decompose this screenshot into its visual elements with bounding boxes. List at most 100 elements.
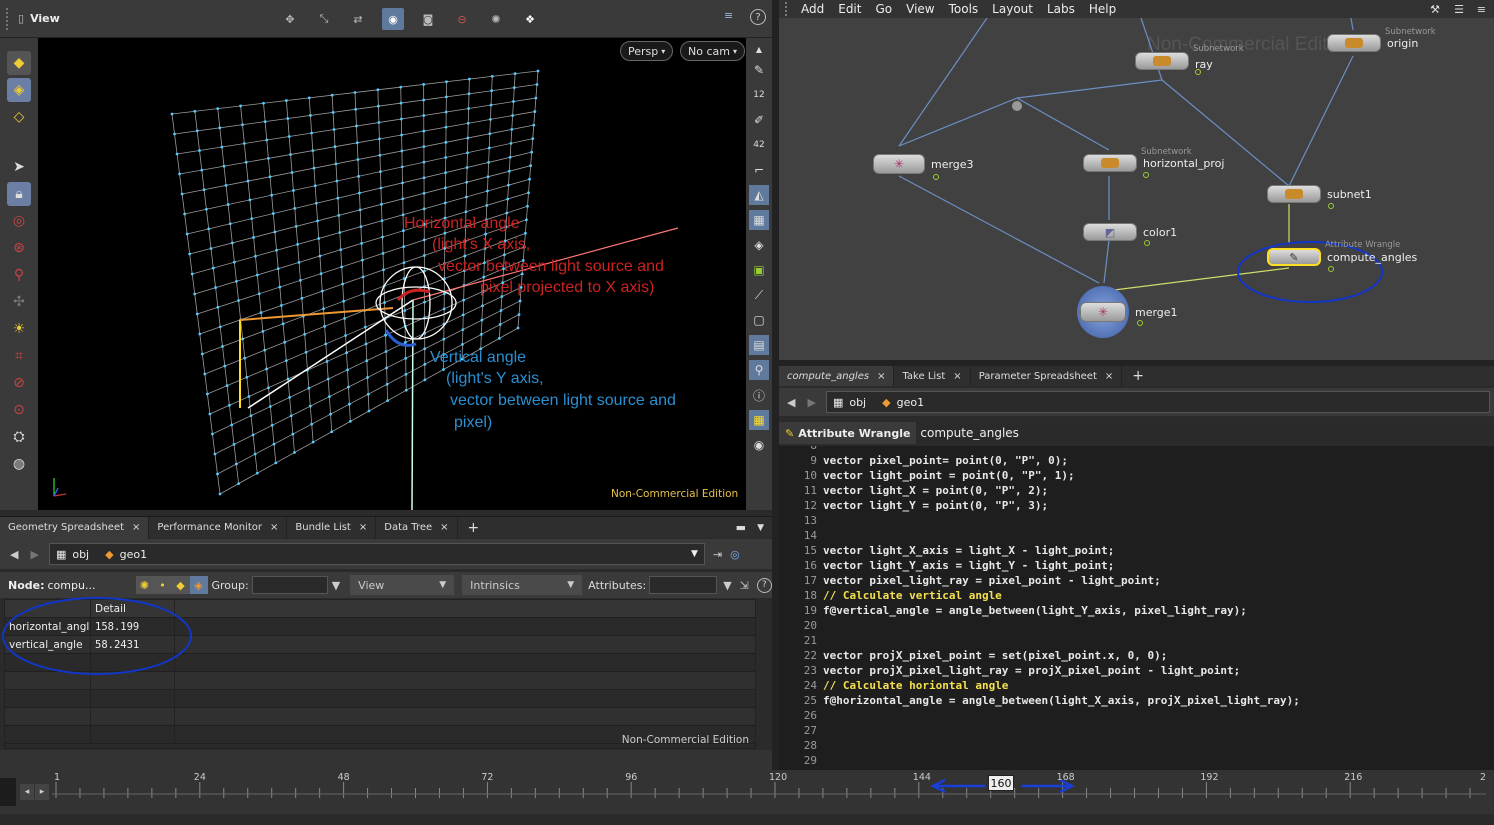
view-dropdown[interactable]: View ▼ [350, 575, 455, 595]
location-icon[interactable]: ⚲ [749, 360, 769, 380]
code-line[interactable]: 11 vector light_X = point(0, "P", 2); [779, 483, 1494, 498]
flipbook-icon[interactable]: ✺ [486, 13, 506, 26]
eye-icon[interactable]: ◉ [749, 435, 769, 455]
path-field[interactable]: ▦ obj ◆ geo1 [825, 391, 1490, 413]
path-geo[interactable]: geo1 [120, 548, 147, 561]
code-line[interactable]: 12 vector light_Y = point(0, "P", 3); [779, 498, 1494, 513]
node-color1[interactable]: ◩ color1 [1083, 223, 1177, 241]
primitive-select-icon[interactable]: ◆ [7, 51, 31, 75]
code-line[interactable]: 19 f@vertical_angle = angle_between(light… [779, 603, 1494, 618]
camera-dropdown[interactable]: No cam ▾ [680, 41, 745, 61]
code-line[interactable]: 9 vector pixel_point= point(0, "P", 0); [779, 453, 1494, 468]
node-subnet1[interactable]: subnet1 [1267, 185, 1372, 203]
back-icon[interactable]: ◀ [10, 548, 18, 561]
vertices-icon[interactable]: • [153, 576, 172, 594]
current-frame-indicator[interactable]: 160 [988, 775, 1014, 791]
view-cube-icon[interactable]: ▣ [749, 260, 769, 280]
back-icon[interactable]: ◀ [787, 396, 795, 409]
shading-icon[interactable]: ◭ [749, 185, 769, 205]
frame-icon[interactable]: ▢ [749, 310, 769, 330]
path-field[interactable]: ▦ obj ◆ geo1 ▼ [48, 543, 705, 565]
op-name-field[interactable]: compute_angles [916, 422, 1494, 444]
display-options-icon[interactable]: ◉ [382, 8, 404, 30]
pointer-icon[interactable]: ➤ [7, 155, 31, 179]
tools-icon[interactable]: ⚒ [1430, 3, 1440, 16]
export-icon[interactable]: ⇲ [740, 579, 749, 592]
point-select-icon[interactable]: ◈ [7, 78, 31, 102]
code-line[interactable]: 29 [779, 753, 1494, 768]
spreadsheet-scrollbar[interactable] [0, 750, 772, 770]
attributes-field[interactable] [649, 576, 718, 594]
code-line[interactable]: 21 [779, 633, 1494, 648]
menu-view[interactable]: View [906, 2, 934, 16]
link-icon[interactable]: ◎ [730, 548, 740, 561]
stop-icon[interactable]: ⊝ [452, 13, 472, 26]
pane-menu-icon[interactable]: ≡ [1477, 3, 1486, 16]
menu-edit[interactable]: Edit [838, 2, 861, 16]
path-geo[interactable]: geo1 [897, 396, 924, 409]
code-line[interactable]: 26 [779, 708, 1494, 723]
code-line[interactable]: 8 [779, 446, 1494, 453]
pin-icon[interactable]: ⇥ [713, 548, 722, 561]
menu-tools[interactable]: Tools [949, 2, 979, 16]
code-line[interactable]: 13 [779, 513, 1494, 528]
node-value[interactable]: compu... [48, 579, 132, 592]
menu-layout[interactable]: Layout [992, 2, 1033, 16]
detail-icon[interactable]: ◈ [189, 576, 208, 594]
chevron-down-icon[interactable]: ▼ [691, 549, 698, 559]
sphere-icon[interactable]: ◍ [7, 452, 31, 476]
handle-icon[interactable]: ✣ [7, 290, 31, 314]
help-icon[interactable]: ? [750, 9, 766, 25]
render-icon[interactable]: ☀ [7, 317, 31, 341]
code-line[interactable]: 27 [779, 723, 1494, 738]
vex-code-editor[interactable]: 89vector pixel_point= point(0, "P", 0);1… [779, 446, 1494, 770]
node-merge1[interactable]: ✳ merge1 [1077, 286, 1178, 338]
forward-icon[interactable]: ▶ [807, 396, 815, 409]
forward-icon[interactable]: ▶ [30, 548, 38, 561]
network-view[interactable]: Non-Commercial Edition ray Subnetwork or… [779, 18, 1494, 360]
grid-icon[interactable]: ⌗ [7, 344, 31, 368]
move-icon[interactable]: ✥ [280, 13, 300, 26]
code-line[interactable]: 18 // Calculate vertical angle [779, 588, 1494, 603]
texture-icon[interactable]: ▦ [749, 210, 769, 230]
tab-bundle-list[interactable]: Bundle List × [287, 516, 377, 539]
add-tab-icon[interactable]: + [1132, 368, 1144, 384]
drag-handle[interactable] [6, 7, 12, 30]
transform-icon[interactable]: ⇄ [348, 13, 368, 26]
code-line[interactable]: 22 vector projX_pixel_point = set(pixel_p… [779, 648, 1494, 663]
filter-icon[interactable]: ▼ [332, 579, 340, 592]
code-line[interactable]: 23 vector projX_pixel_light_ray = projX_p… [779, 663, 1494, 678]
scroll-up-icon[interactable]: ▲ [749, 43, 769, 55]
menu-go[interactable]: Go [875, 2, 892, 16]
code-line[interactable]: 15 vector light_X_axis = light_X - light_… [779, 543, 1494, 558]
close-icon[interactable]: × [132, 522, 140, 533]
ghost-icon[interactable]: ⊘ [7, 371, 31, 395]
code-line[interactable]: 24 // Calculate horiontal angle [779, 678, 1494, 693]
ring-icon[interactable]: ⊙ [7, 398, 31, 422]
menu-add[interactable]: Add [801, 2, 824, 16]
edge-select-icon[interactable]: ◇ [7, 105, 31, 129]
tab-take-list[interactable]: Take List × [894, 366, 971, 386]
brush-icon[interactable]: ✐ [749, 110, 769, 130]
menu-labs[interactable]: Labs [1047, 2, 1075, 16]
maximize-icon[interactable]: ▬ [736, 521, 746, 534]
tab-parameter-spreadsheet[interactable]: Parameter Spreadsheet × [971, 366, 1123, 386]
tab-performance-monitor[interactable]: Performance Monitor × [149, 516, 288, 539]
pane-menu-icon[interactable]: ≡ [724, 9, 733, 22]
code-line[interactable]: 28 [779, 738, 1494, 753]
lock-icon[interactable]: 🔒︎ [7, 182, 31, 206]
measure-icon[interactable]: ⌐ [749, 160, 769, 180]
magnet-icon[interactable]: ◎ [7, 209, 31, 233]
snap-icon[interactable]: ⊛ [7, 236, 31, 260]
tab-data-tree[interactable]: Data Tree × [376, 516, 458, 539]
points-icon[interactable]: ✺ [135, 576, 154, 594]
code-line[interactable]: 10 vector light_point = point(0, "P", 1); [779, 468, 1494, 483]
code-line[interactable]: 20 [779, 618, 1494, 633]
wire-icon[interactable]: ◈ [749, 235, 769, 255]
persp-dropdown[interactable]: Persp ▾ [620, 41, 674, 61]
help-icon[interactable]: ? [756, 577, 772, 593]
drag-handle[interactable] [785, 2, 791, 16]
close-icon[interactable]: × [877, 371, 885, 382]
spreadsheet-table[interactable]: Detail horizontal_angl 158.199 vertical_a… [2, 597, 756, 749]
code-line[interactable]: 17 vector pixel_light_ray = pixel_point -… [779, 573, 1494, 588]
